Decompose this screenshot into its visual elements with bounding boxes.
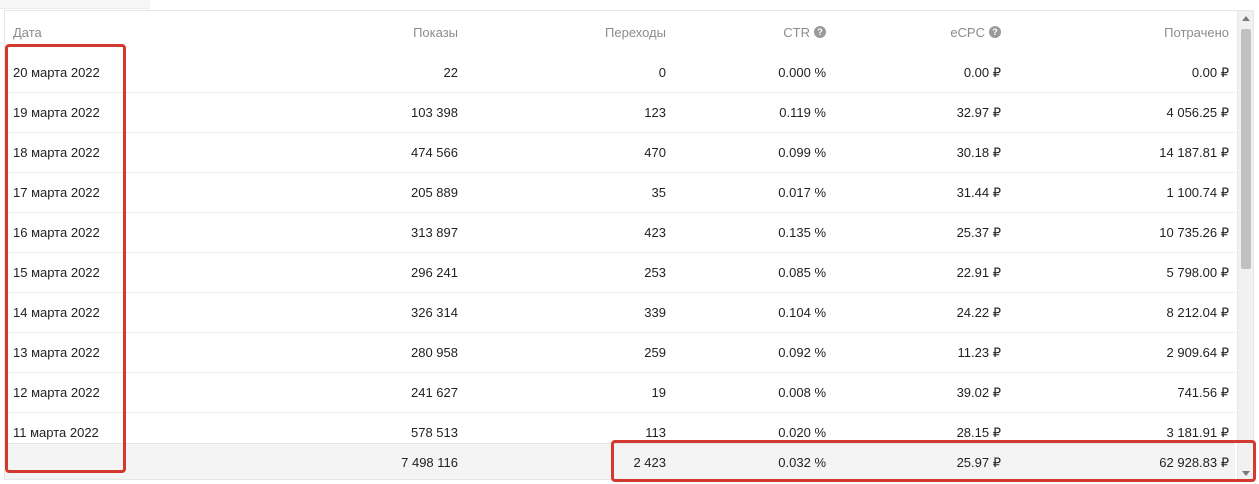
cell-ecpc: 11.23 ₽ [957,344,1001,360]
cell-spent: 10 735.26 ₽ [1159,224,1229,240]
cell-ctr: 0.092 % [778,345,826,360]
cell-date: 14 марта 2022 [13,305,100,320]
cell-ecpc: 28.15 ₽ [956,424,1001,440]
cell-ctr: 0.008 % [778,385,826,400]
column-header-ecpc-label: eCPC [950,24,985,40]
cell-clicks: 19 [651,385,666,400]
column-header-shows-label: Показы [413,24,458,40]
column-header-date-label: Дата [13,24,42,40]
column-header-ctr[interactable]: CTR ? [675,11,826,53]
cell-spent: 0.00 ₽ [1191,64,1229,80]
cell-shows: 313 897 [411,225,458,240]
table-row: 17 марта 2022 205 889 35 0.017 % 31.44 ₽… [5,173,1235,213]
ecpc-help-icon[interactable]: ? [989,26,1001,38]
cell-shows: 103 398 [411,105,458,120]
cell-clicks: 123 [644,105,666,120]
cell-clicks: 470 [644,145,666,160]
cell-ctr: 0.020 % [778,425,826,440]
column-header-ecpc[interactable]: eCPC ? [835,11,1001,53]
cell-ecpc: 0.00 ₽ [963,64,1001,80]
table-row: 12 марта 2022 241 627 19 0.008 % 39.02 ₽… [5,373,1235,413]
column-header-spent-label: Потрачено [1164,24,1229,40]
cell-ctr: 0.135 % [778,225,826,240]
cell-shows: 205 889 [411,185,458,200]
scroll-down-icon[interactable] [1242,471,1250,476]
total-ecpc: 25.97 ₽ [956,454,1001,470]
cell-ecpc: 24.22 ₽ [956,304,1001,320]
cell-date: 13 марта 2022 [13,345,100,360]
table-row: 11 марта 2022 578 513 113 0.020 % 28.15 … [5,413,1235,443]
column-header-shows[interactable]: Показы [255,11,458,53]
cell-ecpc: 22.91 ₽ [956,264,1001,280]
cell-ctr: 0.000 % [778,65,826,80]
column-header-spent[interactable]: Потрачено [1010,11,1229,53]
table-header: Дата Показы Переходы CTR ? eCPC ? Потрач… [5,11,1235,54]
table-row: 15 марта 2022 296 241 253 0.085 % 22.91 … [5,253,1235,293]
cell-ctr: 0.017 % [778,185,826,200]
cell-shows: 326 314 [411,305,458,320]
cell-shows: 22 [443,65,458,80]
table-row: 16 марта 2022 313 897 423 0.135 % 25.37 … [5,213,1235,253]
table-body: 20 марта 2022 22 0 0.000 % 0.00 ₽ 0.00 ₽… [5,53,1235,443]
ctr-help-icon[interactable]: ? [814,26,826,38]
cell-date: 18 марта 2022 [13,145,100,160]
cell-clicks: 35 [651,185,666,200]
vertical-scrollbar[interactable] [1237,11,1253,479]
table-row: 19 марта 2022 103 398 123 0.119 % 32.97 … [5,93,1235,133]
total-clicks: 2 423 [633,455,666,470]
cell-date: 12 марта 2022 [13,385,100,400]
cell-ctr: 0.099 % [778,145,826,160]
cell-ctr: 0.085 % [778,265,826,280]
scroll-up-icon[interactable] [1242,16,1250,21]
total-shows: 7 498 116 [401,455,458,470]
cell-spent: 4 056.25 ₽ [1166,104,1230,120]
cell-date: 16 марта 2022 [13,225,100,240]
cell-ecpc: 30.18 ₽ [956,144,1001,160]
cell-ecpc: 39.02 ₽ [956,384,1001,400]
cell-date: 20 марта 2022 [13,65,100,80]
cell-ctr: 0.119 % [779,105,826,120]
cell-shows: 296 241 [411,265,458,280]
cell-clicks: 339 [644,305,666,320]
cell-spent: 14 187.81 ₽ [1159,144,1229,160]
total-ctr: 0.032 % [778,455,826,470]
top-tab-strip [0,0,150,9]
cell-ecpc: 25.37 ₽ [956,224,1001,240]
cell-clicks: 259 [644,345,666,360]
cell-shows: 241 627 [411,385,458,400]
table-row: 14 марта 2022 326 314 339 0.104 % 24.22 … [5,293,1235,333]
cell-spent: 5 798.00 ₽ [1166,264,1230,280]
cell-shows: 474 566 [411,145,458,160]
cell-date: 17 марта 2022 [13,185,100,200]
column-header-clicks[interactable]: Переходы [465,11,666,53]
cell-clicks: 113 [645,425,666,440]
cell-ecpc: 31.44 ₽ [956,184,1001,200]
cell-ecpc: 32.97 ₽ [956,104,1001,120]
cell-spent: 2 909.64 ₽ [1166,344,1230,360]
table-row: 20 марта 2022 22 0 0.000 % 0.00 ₽ 0.00 ₽ [5,53,1235,93]
scrollbar-thumb[interactable] [1241,29,1251,269]
cell-ctr: 0.104 % [778,305,826,320]
total-spent: 62 928.83 ₽ [1159,454,1229,470]
cell-date: 15 марта 2022 [13,265,100,280]
cell-date: 19 марта 2022 [13,105,100,120]
totals-row: 7 498 116 2 423 0.032 % 25.97 ₽ 62 928.8… [5,443,1235,479]
cell-spent: 3 181.91 ₽ [1166,424,1230,440]
stats-table: Дата Показы Переходы CTR ? eCPC ? Потрач… [4,10,1254,480]
cell-shows: 280 958 [411,345,458,360]
cell-clicks: 253 [644,265,666,280]
cell-clicks: 0 [658,65,666,80]
column-header-clicks-label: Переходы [605,24,666,40]
cell-date: 11 марта 2022 [13,425,99,440]
column-header-date[interactable]: Дата [13,11,213,53]
total-date [13,444,213,479]
table-row: 18 марта 2022 474 566 470 0.099 % 30.18 … [5,133,1235,173]
cell-spent: 8 212.04 ₽ [1166,304,1230,320]
column-header-ctr-label: CTR [783,24,810,40]
cell-shows: 578 513 [411,425,458,440]
table-row: 13 марта 2022 280 958 259 0.092 % 11.23 … [5,333,1235,373]
cell-spent: 741.56 ₽ [1177,384,1229,400]
cell-spent: 1 100.74 ₽ [1166,184,1230,200]
cell-clicks: 423 [644,225,666,240]
